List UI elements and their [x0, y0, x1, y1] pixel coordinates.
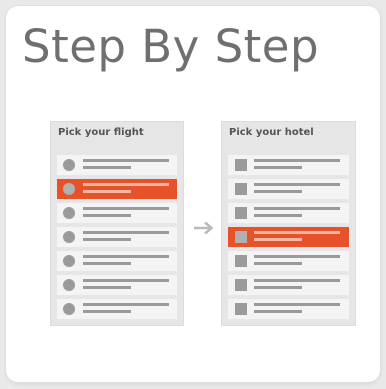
circle-bullet-icon [63, 231, 75, 243]
placeholder-line [254, 214, 302, 217]
placeholder-line [83, 303, 169, 306]
flight-panel-label: Pick your flight [58, 127, 144, 138]
placeholder-line [83, 166, 131, 169]
arrow-right-icon [194, 221, 214, 235]
placeholder-line [83, 214, 131, 217]
hotel-panel-label: Pick your hotel [229, 127, 314, 138]
placeholder-line [254, 262, 302, 265]
placeholder-line [83, 255, 169, 258]
flight-list-item [57, 227, 177, 247]
hotel-list-panel: Pick your hotel [221, 121, 356, 326]
placeholder-line [254, 159, 340, 162]
circle-bullet-icon [63, 303, 75, 315]
placeholder-line [83, 159, 169, 162]
placeholder-line [254, 303, 340, 306]
placeholder-line [254, 231, 340, 234]
square-bullet-icon [235, 183, 247, 195]
placeholder-line [83, 262, 131, 265]
circle-bullet-icon [63, 279, 75, 291]
card-title: Step By Step [22, 20, 320, 73]
hotel-list-item [228, 251, 349, 271]
hotel-list-item [228, 299, 349, 319]
placeholder-line [254, 255, 340, 258]
flight-list-item-selected [57, 179, 177, 199]
hotel-list-item [228, 155, 349, 175]
placeholder-line [254, 190, 302, 193]
placeholder-line [83, 190, 131, 193]
placeholder-line [254, 279, 340, 282]
placeholder-line [83, 310, 131, 313]
square-bullet-icon [235, 279, 247, 291]
circle-bullet-icon [63, 207, 75, 219]
flight-list-item [57, 251, 177, 271]
flight-list-item [57, 203, 177, 223]
placeholder-line [83, 238, 131, 241]
placeholder-line [254, 166, 302, 169]
square-bullet-icon [235, 159, 247, 171]
square-bullet-icon [235, 255, 247, 267]
placeholder-line [83, 207, 169, 210]
placeholder-line [254, 286, 302, 289]
flight-list-item [57, 275, 177, 295]
flight-list-item [57, 299, 177, 319]
square-bullet-icon [235, 207, 247, 219]
circle-bullet-icon [63, 183, 75, 195]
square-bullet-icon [235, 231, 247, 243]
hotel-list-item-selected [228, 227, 349, 247]
placeholder-line [254, 207, 340, 210]
placeholder-line [254, 183, 340, 186]
hotel-list-item [228, 203, 349, 223]
square-bullet-icon [235, 303, 247, 315]
placeholder-line [254, 238, 302, 241]
placeholder-line [83, 286, 131, 289]
hotel-list-item [228, 275, 349, 295]
hotel-list-item [228, 179, 349, 199]
step-by-step-card[interactable]: Step By Step Pick your flight Pick your … [6, 6, 380, 382]
placeholder-line [83, 279, 169, 282]
circle-bullet-icon [63, 255, 75, 267]
flight-list-item [57, 155, 177, 175]
circle-bullet-icon [63, 159, 75, 171]
flight-list-panel: Pick your flight [50, 121, 184, 326]
placeholder-line [83, 231, 169, 234]
placeholder-line [254, 310, 302, 313]
placeholder-line [83, 183, 169, 186]
